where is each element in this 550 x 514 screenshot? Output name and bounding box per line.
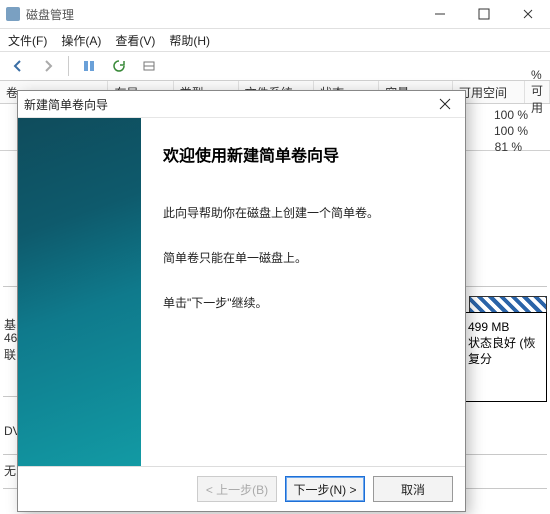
wizard-line3: 单击"下一步"继续。: [163, 294, 443, 311]
partition-size: 499 MB: [468, 319, 542, 335]
wizard-heading: 欢迎使用新建简单卷向导: [163, 142, 443, 166]
app-icon: [6, 7, 20, 21]
partition-status: 状态良好 (恢复分: [468, 335, 542, 367]
menu-help[interactable]: 帮助(H): [169, 32, 210, 49]
minimize-button[interactable]: [418, 0, 462, 28]
wizard-content: 欢迎使用新建简单卷向导 此向导帮助你在磁盘上创建一个简单卷。 简单卷只能在单一磁…: [141, 118, 465, 466]
toolbar-divider: [68, 56, 69, 76]
menu-action[interactable]: 操作(A): [61, 32, 101, 49]
menu-file[interactable]: 文件(F): [8, 32, 47, 49]
wizard-title: 新建简单卷向导: [24, 96, 108, 113]
wizard-line2: 简单卷只能在单一磁盘上。: [163, 249, 443, 266]
toolbar-forward-button[interactable]: [36, 54, 60, 78]
menu-view[interactable]: 查看(V): [115, 32, 155, 49]
wizard-close-button[interactable]: [431, 94, 459, 114]
app-title: 磁盘管理: [26, 6, 74, 23]
wizard-banner: [18, 118, 141, 466]
maximize-button[interactable]: [462, 0, 506, 28]
wizard-titlebar: 新建简单卷向导: [18, 91, 465, 118]
close-button[interactable]: [506, 0, 550, 28]
toolbar-tool1-button[interactable]: [77, 54, 101, 78]
toolbar-back-button[interactable]: [6, 54, 30, 78]
row1-pctfree: 100 %: [494, 124, 528, 138]
wizard-cancel-button[interactable]: 取消: [373, 476, 453, 502]
row0-pctfree: 100 %: [494, 108, 528, 122]
window-controls: [418, 0, 550, 28]
wizard-dialog: 新建简单卷向导 欢迎使用新建简单卷向导 此向导帮助你在磁盘上创建一个简单卷。 简…: [17, 90, 466, 512]
row2-pctfree: 81 %: [495, 140, 522, 154]
wizard-next-button[interactable]: 下一步(N) >: [285, 476, 365, 502]
wizard-line1: 此向导帮助你在磁盘上创建一个简单卷。: [163, 204, 443, 221]
toolbar-refresh-button[interactable]: [107, 54, 131, 78]
partition-box[interactable]: 499 MB 状态良好 (恢复分: [463, 312, 547, 402]
toolbar-tool2-button[interactable]: [137, 54, 161, 78]
col-pctfree[interactable]: % 可用: [525, 81, 550, 103]
partition-stripe: [469, 296, 547, 313]
wizard-footer: < 上一步(B) 下一步(N) > 取消: [18, 466, 465, 511]
wizard-back-button: < 上一步(B): [197, 476, 277, 502]
window-titlebar: 磁盘管理: [0, 0, 550, 29]
toolbar: [0, 52, 550, 81]
menu-bar: 文件(F) 操作(A) 查看(V) 帮助(H): [0, 29, 550, 52]
